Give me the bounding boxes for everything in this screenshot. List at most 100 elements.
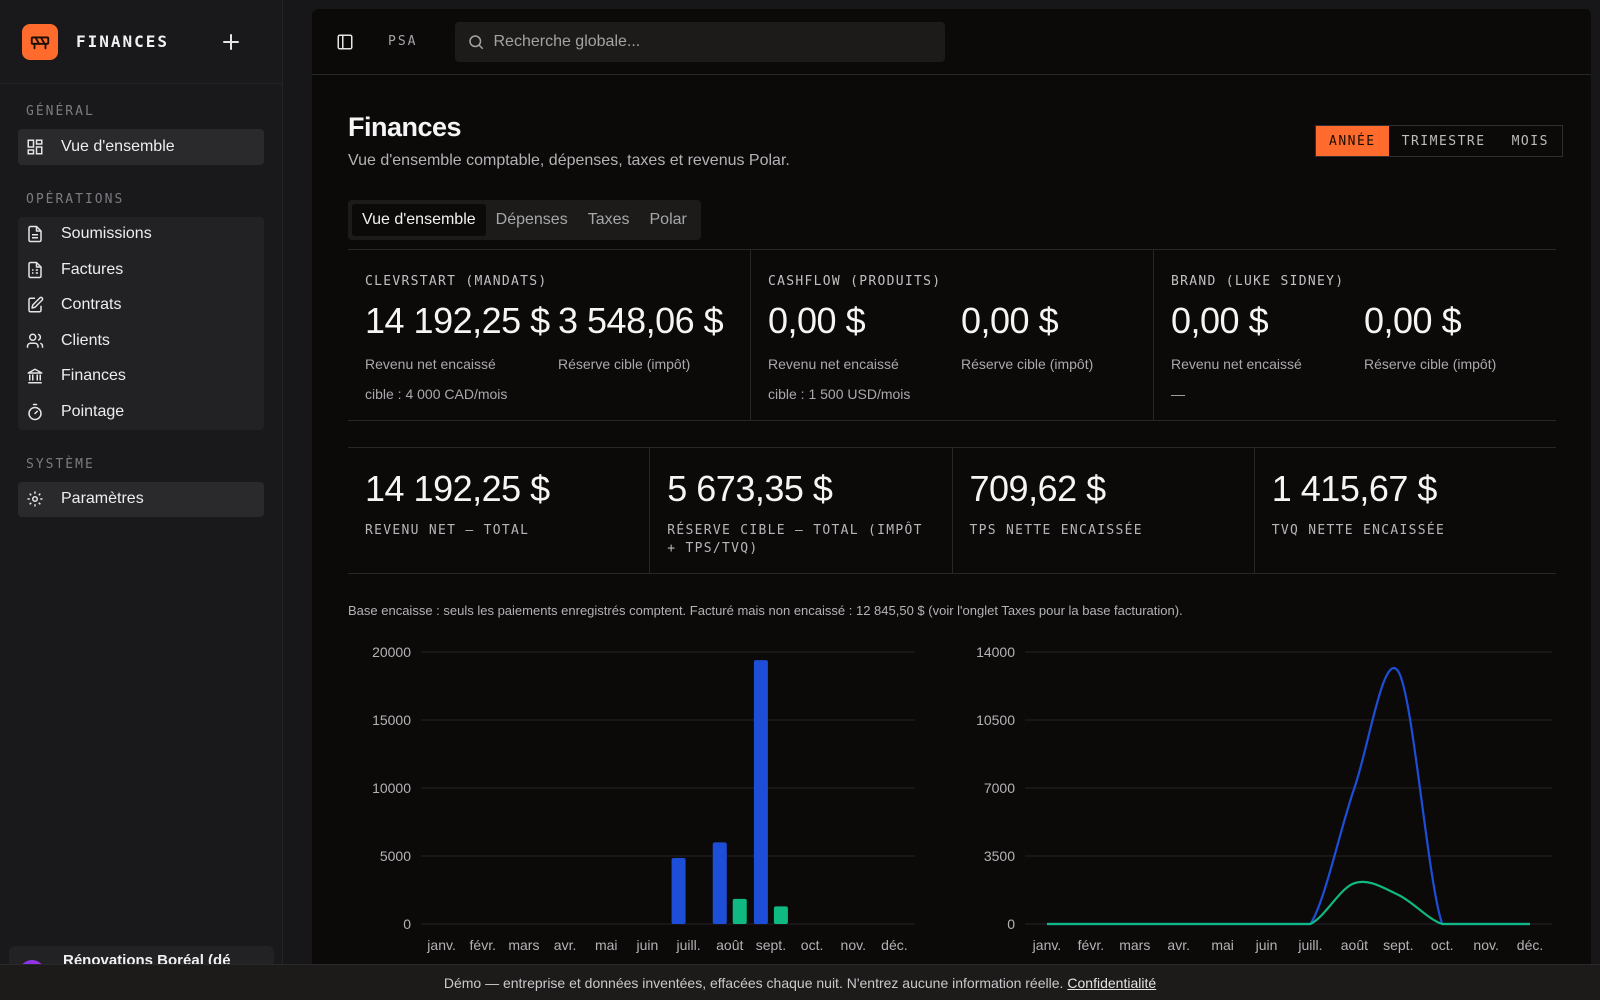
contract-icon [26, 296, 44, 314]
reserve-value: 3 548,06 $ [558, 300, 724, 341]
sidebar-item-factures[interactable]: Factures [18, 252, 264, 288]
sidebar-item-parametres[interactable]: Paramètres [18, 481, 264, 517]
x-tick-label: août [1341, 937, 1368, 953]
brand-label: BRAND (LUKE SIDNEY) [1171, 274, 1345, 289]
target-text: cible : 4 000 CAD/mois [365, 386, 508, 402]
tab-polar[interactable]: Polar [640, 204, 697, 236]
x-tick-label: déc. [881, 937, 907, 953]
grid-icon [26, 138, 44, 156]
brand-summary: CLEVRSTART (MANDATS) 14 192,25 $ 3 548,0… [348, 249, 1556, 421]
stopwatch-icon [26, 403, 44, 421]
x-tick-label: janv. [1032, 937, 1062, 953]
total-caption: RÉSERVE CIBLE — TOTAL (IMPÔT + TPS/TVQ) [667, 523, 923, 556]
total-card-revenue: 14 192,25 $ REVENU NET — TOTAL [348, 448, 651, 573]
total-caption: REVENU NET — TOTAL [365, 523, 530, 538]
demo-disclaimer: Démo — entreprise et données inventées, … [443, 974, 1064, 991]
revenue-caption: Revenu net encaissé [1171, 356, 1302, 372]
brand-card-clevrstart: CLEVRSTART (MANDATS) 14 192,25 $ 3 548,0… [348, 250, 751, 420]
sidebar-item-overview[interactable]: Vue d'ensemble [18, 129, 264, 165]
main-panel: PSA Finances Vue d'ensemble comptable, d… [312, 9, 1591, 984]
tab-depenses[interactable]: Dépenses [486, 204, 578, 236]
y-tick-label: 0 [403, 916, 411, 932]
x-tick-label: déc. [1517, 937, 1543, 953]
page-subtitle: Vue d'ensemble comptable, dépenses, taxe… [348, 152, 790, 169]
sidebar-header: FINANCES [0, 0, 282, 84]
document-icon [26, 225, 44, 243]
period-selector: ANNÉE TRIMESTRE MOIS [1315, 125, 1563, 157]
breadcrumb[interactable]: PSA [388, 34, 417, 49]
total-caption: TVQ NETTE ENCAISSÉE [1271, 523, 1446, 538]
page-title: Finances [348, 112, 462, 142]
y-tick-label: 10000 [372, 780, 411, 796]
bar [732, 898, 747, 924]
brand-card-luke-sidney: BRAND (LUKE SIDNEY) 0,00 $ 0,00 $ Revenu… [1154, 250, 1556, 420]
search-input[interactable] [493, 32, 914, 51]
total-value: 709,62 $ [969, 468, 1107, 509]
sidebar-item-pointage[interactable]: Pointage [18, 394, 264, 430]
y-tick-label: 0 [1007, 916, 1015, 932]
bank-icon [26, 367, 44, 385]
revenue-value: 14 192,25 $ [365, 300, 550, 341]
sidebar-toggle-button[interactable] [334, 31, 356, 53]
y-tick-label: 20000 [372, 644, 411, 660]
add-button[interactable] [220, 31, 242, 53]
privacy-link[interactable]: Confidentialité [1067, 975, 1156, 991]
x-tick-label: nov. [841, 937, 866, 953]
bar [712, 842, 727, 924]
search-icon [469, 34, 484, 49]
invoice-icon [26, 261, 44, 279]
x-tick-label: mai [1211, 937, 1234, 953]
y-tick-label: 10500 [976, 712, 1015, 728]
x-tick-label: avr. [554, 937, 577, 953]
sidebar-item-contrats[interactable]: Contrats [18, 288, 264, 324]
x-tick-label: juin [636, 937, 659, 953]
brand-label: CASHFLOW (PRODUITS) [768, 274, 942, 289]
y-tick-label: 7000 [984, 780, 1015, 796]
x-tick-label: oct. [1431, 937, 1454, 953]
bar [671, 858, 686, 924]
target-text: — [1171, 386, 1185, 402]
sidebar-item-label: Soumissions [61, 225, 152, 243]
reserve-caption: Réserve cible (impôt) [1364, 356, 1497, 372]
x-tick-label: mai [595, 937, 618, 953]
plus-icon [223, 33, 239, 50]
sidebar: FINANCES GÉNÉRAL Vue d'ensemble OPÉRATIO… [0, 0, 283, 1000]
total-card-tps: 709,62 $ TPS NETTE ENCAISSÉE [953, 448, 1255, 573]
total-value: 5 673,35 $ [667, 468, 833, 509]
x-tick-label: juin [1255, 937, 1278, 953]
sidebar-item-soumissions[interactable]: Soumissions [18, 217, 264, 253]
x-tick-label: févr. [1078, 937, 1104, 953]
total-value: 14 192,25 $ [365, 468, 550, 509]
totals-summary: 14 192,25 $ REVENU NET — TOTAL 5 673,35 … [348, 447, 1556, 574]
x-tick-label: oct. [801, 937, 824, 953]
logo-icon [22, 23, 58, 60]
x-tick-label: nov. [1473, 937, 1498, 953]
tab-overview[interactable]: Vue d'ensemble [352, 204, 486, 236]
target-text: cible : 1 500 USD/mois [768, 386, 911, 402]
tab-taxes[interactable]: Taxes [578, 204, 640, 236]
sidebar-item-label: Finances [61, 367, 126, 385]
section-label-general: GÉNÉRAL [26, 104, 95, 119]
period-year-button[interactable]: ANNÉE [1316, 126, 1389, 156]
search-box[interactable] [455, 21, 946, 62]
brand-label: CLEVRSTART (MANDATS) [365, 274, 548, 289]
x-tick-label: juill. [1297, 937, 1322, 953]
brand-name: FINANCES [76, 32, 170, 51]
x-tick-label: janv. [426, 937, 456, 953]
gear-icon [26, 490, 44, 508]
sidebar-item-label: Contrats [61, 296, 122, 314]
bar [773, 906, 788, 924]
sidebar-item-clients[interactable]: Clients [18, 323, 264, 359]
y-tick-label: 15000 [372, 712, 411, 728]
period-month-button[interactable]: MOIS [1499, 126, 1562, 156]
reserve-value: 0,00 $ [1364, 300, 1462, 341]
y-tick-label: 5000 [380, 848, 411, 864]
nav-group-operations: Soumissions Factures Contrats Clients Fi… [18, 216, 264, 430]
total-caption: TPS NETTE ENCAISSÉE [969, 523, 1143, 538]
sidebar-item-label: Clients [61, 331, 110, 349]
total-value: 1 415,67 $ [1271, 468, 1438, 509]
sidebar-item-finances[interactable]: Finances [18, 359, 264, 395]
period-quarter-button[interactable]: TRIMESTRE [1389, 126, 1499, 156]
sidebar-item-label: Vue d'ensemble [61, 137, 175, 155]
x-tick-label: août [716, 937, 743, 953]
